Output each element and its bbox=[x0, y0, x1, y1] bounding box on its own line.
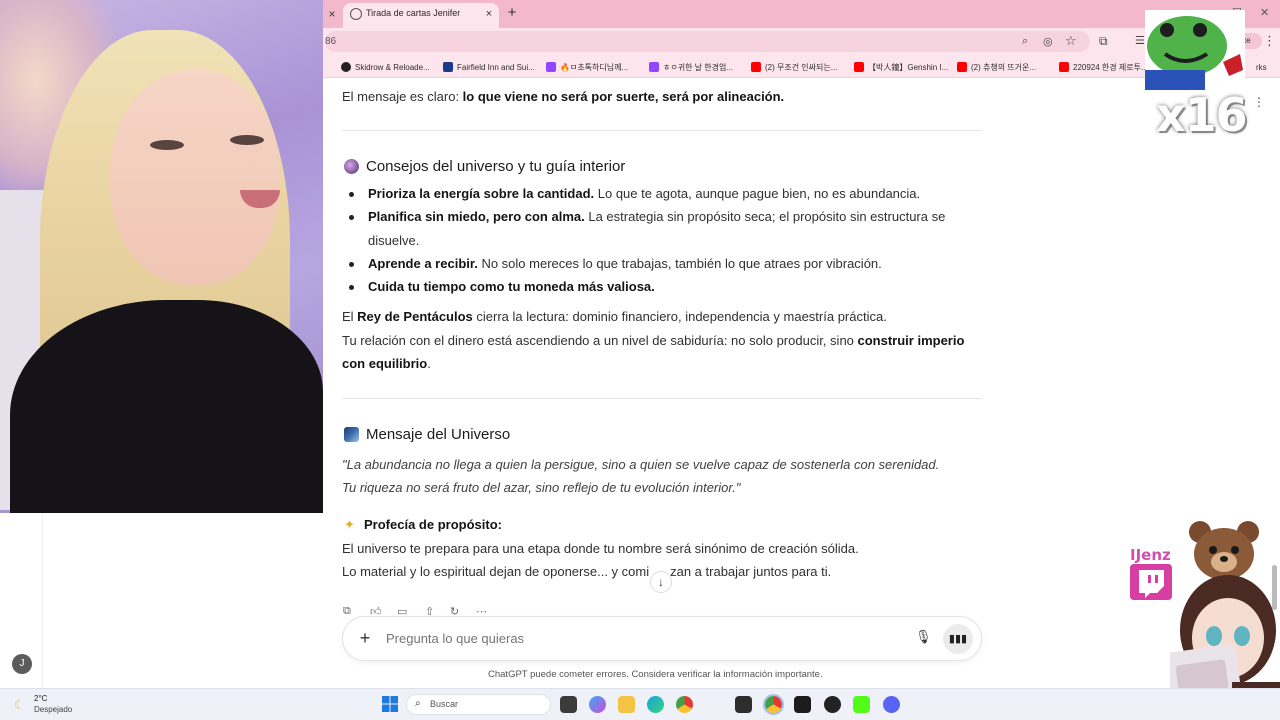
twitch-icon bbox=[546, 62, 556, 72]
terminal-icon[interactable] bbox=[735, 696, 752, 713]
youtube-icon bbox=[854, 62, 864, 72]
bookmark-item[interactable]: 220924 한경 제로투... bbox=[1059, 60, 1148, 74]
quote-line: Tu riqueza no será fruto del azar, sino … bbox=[342, 480, 741, 495]
search-icon: ⌕ bbox=[415, 698, 421, 709]
taskbar-search-placeholder: Buscar bbox=[430, 699, 459, 709]
taskbar bbox=[0, 688, 1280, 720]
streamer-name: IJenz bbox=[1130, 546, 1171, 564]
list-item: Prioriza la energía sobre la cantidad. L… bbox=[368, 186, 921, 201]
copilot-icon[interactable] bbox=[589, 696, 606, 713]
avatar[interactable]: J bbox=[12, 654, 32, 674]
bookmark-item[interactable]: (2) 츄챙의 뜨거운... bbox=[957, 60, 1036, 74]
response-paragraph: El universo te prepara para una etapa do… bbox=[342, 541, 859, 556]
bullet bbox=[349, 192, 354, 197]
multiplier-overlay: x16 bbox=[1156, 88, 1248, 142]
bookmark-item[interactable]: Skidrow & Reloade... bbox=[341, 60, 430, 74]
chrome-icon[interactable] bbox=[676, 696, 693, 713]
more-options-icon[interactable]: ⋮ bbox=[1253, 95, 1265, 109]
app-icon[interactable] bbox=[794, 696, 811, 713]
bullet bbox=[349, 262, 354, 267]
task-view-icon[interactable] bbox=[560, 696, 577, 713]
browser-menu-icon[interactable]: ⋮ bbox=[1263, 33, 1276, 49]
microphone-icon[interactable]: 🎙︎ bbox=[915, 629, 932, 647]
list-item-continuation: disuelve. bbox=[368, 233, 420, 248]
address-bar[interactable] bbox=[325, 31, 1090, 52]
divider bbox=[342, 398, 982, 399]
file-explorer-icon[interactable] bbox=[618, 696, 635, 713]
bookmark-item[interactable]: rks bbox=[1256, 60, 1267, 74]
bookmark-item[interactable]: 【박人鐘】Genshin I... bbox=[854, 60, 948, 74]
weather-temperature[interactable]: 2°C bbox=[34, 694, 47, 703]
list-item: Cuida tu tiempo como tu moneda más valio… bbox=[368, 279, 655, 294]
bullet bbox=[349, 285, 354, 290]
dizzy-star-icon: ✦ bbox=[344, 517, 355, 532]
bookmark-star-icon[interactable]: ☆ bbox=[1065, 33, 1077, 49]
bookmark-icon bbox=[341, 62, 351, 72]
twitch-icon bbox=[649, 62, 659, 72]
night-sky-icon bbox=[344, 427, 359, 442]
sidebar-panel bbox=[0, 513, 323, 688]
close-window-icon[interactable]: ✕ bbox=[1260, 6, 1269, 19]
windows-start-icon[interactable] bbox=[382, 696, 398, 712]
youtube-icon bbox=[751, 62, 761, 72]
discord-icon[interactable] bbox=[883, 696, 900, 713]
response-paragraph: con equilibrio. bbox=[342, 356, 431, 371]
crystal-ball-icon bbox=[344, 159, 359, 174]
scroll-down-button[interactable]: ↓ bbox=[650, 571, 672, 593]
kick-icon[interactable] bbox=[853, 696, 870, 713]
quote-line: "La abundancia no llega a quien la persi… bbox=[342, 457, 940, 472]
tab-title: Tirada de cartas Jenifer bbox=[366, 8, 461, 18]
bookmark-item[interactable]: ㅎㅇ귀한 날 한경업... bbox=[649, 60, 733, 74]
twitch-icon bbox=[1130, 564, 1172, 600]
response-paragraph: El Rey de Pentáculos cierra la lectura: … bbox=[342, 309, 887, 324]
close-tab-button[interactable]: × bbox=[482, 7, 496, 21]
disclaimer-text: ChatGPT puede cometer errores. Considera… bbox=[488, 669, 823, 680]
attach-button[interactable]: + bbox=[356, 629, 374, 647]
bookmark-item[interactable]: Fairfield Inn and Sui... bbox=[443, 60, 535, 74]
frog-sticker bbox=[1145, 10, 1245, 90]
divider bbox=[342, 130, 982, 131]
section-heading: Mensaje del Universo bbox=[366, 426, 511, 443]
edge-icon[interactable] bbox=[647, 696, 664, 713]
bookmark-item[interactable]: 🔥ㅁ초톡하디님께... bbox=[546, 60, 628, 74]
list-item: Planifica sin miedo, pero con alma. La e… bbox=[368, 209, 946, 224]
chrome-active-icon[interactable] bbox=[763, 694, 784, 715]
bullet bbox=[349, 215, 354, 220]
chatgpt-icon bbox=[350, 8, 362, 20]
extensions-icon[interactable]: ⧉ bbox=[1099, 34, 1108, 49]
eye-off-icon[interactable]: ◎ bbox=[1043, 35, 1053, 48]
url-text: 86 bbox=[325, 36, 337, 47]
weather-description[interactable]: Despejado bbox=[34, 705, 72, 714]
copy-icon[interactable]: ⧉ bbox=[343, 605, 351, 618]
sidebar-divider bbox=[42, 513, 43, 688]
voice-mode-button[interactable]: ▮▮▮ bbox=[943, 624, 973, 654]
response-paragraph: Tu relación con el dinero está ascendien… bbox=[342, 333, 965, 348]
response-paragraph: Lo material y lo espiritual dejan de opo… bbox=[342, 564, 832, 579]
section-heading: Consejos del universo y tu guía interior bbox=[366, 158, 626, 175]
list-item: Aprende a recibir. No solo mereces lo qu… bbox=[368, 256, 882, 271]
zoom-icon[interactable]: ⌕ bbox=[1022, 35, 1028, 48]
youtube-icon bbox=[957, 62, 967, 72]
reading-list-icon[interactable]: ☰ bbox=[1135, 34, 1145, 47]
webcam-feed bbox=[0, 0, 323, 513]
close-tab-button[interactable]: × bbox=[325, 7, 339, 21]
new-tab-button[interactable]: + bbox=[504, 5, 520, 21]
bookmark-icon bbox=[443, 62, 453, 72]
bookmark-item[interactable]: (2) 무조건 인싸되는... bbox=[751, 60, 837, 74]
response-paragraph: El mensaje es claro: lo que viene no ser… bbox=[342, 89, 785, 104]
prompt-input[interactable] bbox=[386, 630, 886, 647]
section-heading: Profecía de propósito: bbox=[364, 517, 502, 532]
scrollbar[interactable] bbox=[1272, 565, 1277, 610]
youtube-icon bbox=[1059, 62, 1069, 72]
obs-icon[interactable] bbox=[824, 696, 841, 713]
moon-icon: ☾ bbox=[14, 697, 26, 712]
taskbar-search[interactable] bbox=[406, 694, 551, 715]
